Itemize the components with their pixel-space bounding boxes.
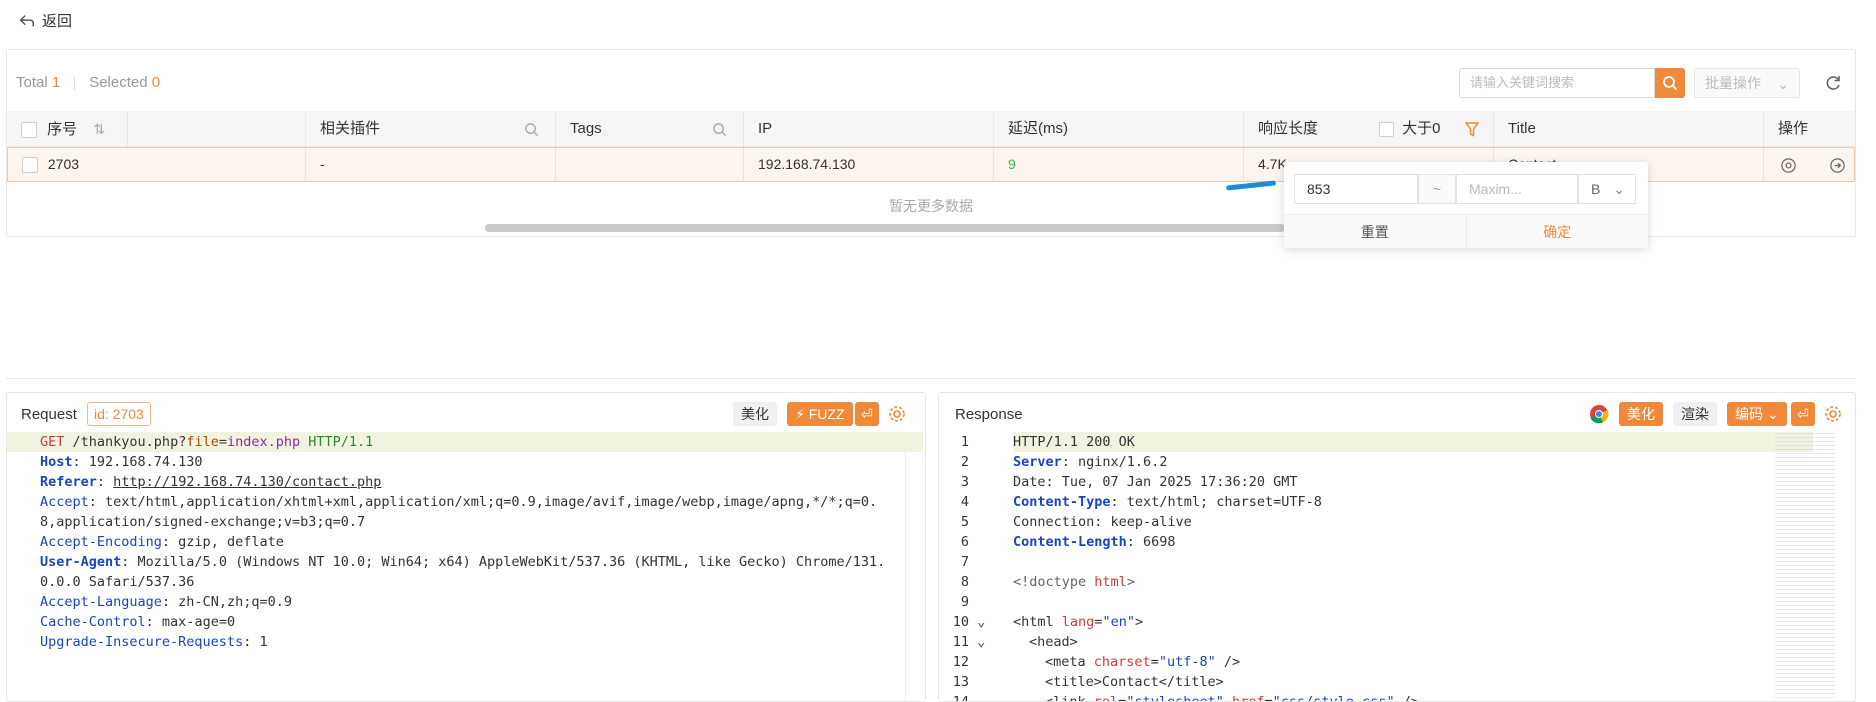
response-title: Response xyxy=(955,406,1023,423)
beautify-button[interactable]: 美化 xyxy=(733,402,777,426)
request-line: GET /thankyou.php?file=index.php HTTP/1.… xyxy=(40,434,374,450)
refresh-icon[interactable] xyxy=(1823,73,1843,93)
header-line: 0.0.0 Safari/537.36 xyxy=(40,574,195,590)
header-line: Cache-Control: max-age=0 xyxy=(40,614,236,630)
header-line: 8,application/signed-exchange;v=b3;q=0.7 xyxy=(40,514,366,530)
cell-plugin: - xyxy=(305,148,555,181)
header-line: Content-Length: 6698 xyxy=(1013,534,1176,550)
request-id-badge: id: 2703 xyxy=(87,402,151,426)
header-line: Host: 192.168.74.130 xyxy=(40,454,203,470)
col-seq[interactable]: 序号 ⇅ xyxy=(7,111,301,147)
selected-label: Selected 0 xyxy=(89,74,161,91)
chevron-down-icon: ⌄ xyxy=(1766,406,1779,422)
status-line: HTTP/1.1 200 OK xyxy=(1013,434,1135,450)
section-divider xyxy=(6,378,1856,379)
header-line: Accept: text/html,application/xhtml+xml,… xyxy=(40,494,878,510)
search-input[interactable]: 请输入关键词搜索 xyxy=(1459,68,1655,98)
request-title: Request xyxy=(21,406,77,423)
filter-icon[interactable] xyxy=(1465,122,1479,137)
search-icon[interactable] xyxy=(712,122,727,137)
back-label: 返回 xyxy=(42,13,73,30)
wrap-button[interactable]: ⏎ xyxy=(855,402,879,426)
settings-icon[interactable] xyxy=(1823,404,1843,424)
header-line: Connection: keep-alive xyxy=(1013,514,1192,530)
body-line: <head> xyxy=(1029,634,1078,650)
sort-icon[interactable]: ⇅ xyxy=(93,121,105,137)
total-label: Total 1 xyxy=(16,74,61,91)
header-line: Accept-Language: zh-CN,zh;q=0.9 xyxy=(40,594,292,610)
fold-icon[interactable]: ⌄ xyxy=(977,634,985,650)
gt-zero-toggle[interactable]: 大于0 xyxy=(1379,111,1441,147)
header-line: Upgrade-Insecure-Requests: 1 xyxy=(40,634,268,650)
settings-icon[interactable] xyxy=(887,404,907,424)
wrap-button[interactable]: ⏎ xyxy=(1791,402,1815,426)
chevron-down-icon: ⌄ xyxy=(1777,76,1789,92)
reset-button[interactable]: 重置 xyxy=(1284,215,1467,248)
body-line: <!doctype html> xyxy=(1013,574,1135,590)
request-editor[interactable]: GET /thankyou.php?file=index.php HTTP/1.… xyxy=(40,432,920,652)
range-separator: ~ xyxy=(1418,174,1456,204)
cell-delay: 9 xyxy=(993,148,1243,181)
chrome-icon[interactable] xyxy=(1589,404,1609,424)
col-ip: IP xyxy=(743,111,993,147)
body-line: <html lang="en"> xyxy=(1013,614,1144,630)
render-button[interactable]: 渲染 xyxy=(1673,402,1717,426)
gt-zero-checkbox[interactable] xyxy=(1379,121,1394,137)
header-line: User-Agent: Mozilla/5.0 (Windows NT 10.0… xyxy=(40,554,886,570)
beautify-button[interactable]: 美化 xyxy=(1619,402,1663,426)
code-minimap[interactable] xyxy=(1775,433,1835,701)
body-line: <link rel="stylesheet" href="css/style.c… xyxy=(1045,694,1419,702)
back-button[interactable]: 返回 xyxy=(18,10,72,31)
search-icon xyxy=(1663,76,1678,91)
header-line: Content-Type: text/html; charset=UTF-8 xyxy=(1013,494,1322,510)
row-checkbox[interactable] xyxy=(22,157,38,174)
max-length-input[interactable]: Maxim... xyxy=(1456,174,1578,204)
batch-operations-dropdown[interactable]: 批量操作 ⌄ xyxy=(1694,68,1800,98)
chevron-down-icon: ⌄ xyxy=(1613,181,1625,197)
lightning-icon: ⚡ xyxy=(795,406,805,422)
col-resp-len: 响应长度 大于0 xyxy=(1243,111,1493,147)
search-icon[interactable] xyxy=(524,122,539,137)
fuzz-button[interactable]: ⚡ FUZZ xyxy=(787,402,853,426)
body-line: <meta charset="utf-8" /> xyxy=(1045,654,1241,670)
col-plugin: 相关插件 xyxy=(305,111,555,147)
cell-seq: 2703 xyxy=(8,148,128,181)
col-tags: Tags xyxy=(555,111,743,147)
browser-icon[interactable] xyxy=(1780,157,1797,174)
col-title: Title xyxy=(1493,111,1763,147)
col-ops: 操作 xyxy=(1763,111,1855,147)
arrow-right-circle-icon[interactable] xyxy=(1829,157,1846,174)
confirm-button[interactable]: 确定 xyxy=(1467,215,1649,248)
select-all-checkbox[interactable] xyxy=(21,122,37,139)
header-line: Date: Tue, 07 Jan 2025 17:36:20 GMT xyxy=(1013,474,1298,490)
length-filter-popup: 853 ~ Maxim... B ⌄ 重置 确定 xyxy=(1284,162,1648,248)
fold-icon[interactable]: ⌄ xyxy=(977,614,985,630)
body-line: <title>Contact</title> xyxy=(1045,674,1224,690)
encode-dropdown[interactable]: 编码 ⌄ xyxy=(1727,402,1787,426)
horizontal-scrollbar[interactable] xyxy=(485,224,1285,232)
response-panel: Response 美化 渲染 编码 ⌄ ⏎ 1 2 3 4 5 6 7 8 9 … xyxy=(938,392,1856,702)
header-line: Referer: http://192.168.74.130/contact.p… xyxy=(40,474,382,490)
cell-ops xyxy=(1763,148,1855,181)
cell-tags xyxy=(555,148,743,181)
table-header: 序号 ⇅ 相关插件 Tags IP 延迟(ms) 响应长度 大于0 Title … xyxy=(7,111,1855,147)
back-arrow-icon xyxy=(19,14,35,26)
wrap-icon: ⏎ xyxy=(861,406,873,422)
cell-ip: 192.168.74.130 xyxy=(743,148,993,181)
vertical-scrollbar[interactable] xyxy=(905,433,919,701)
response-editor[interactable]: HTTP/1.1 200 OK Server: nginx/1.6.2 Date… xyxy=(1013,432,1803,702)
request-panel: Request id: 2703 美化 ⚡ FUZZ ⏎ GET /thanky… xyxy=(6,392,926,702)
search-button[interactable] xyxy=(1655,68,1685,98)
min-length-input[interactable]: 853 xyxy=(1294,174,1418,204)
header-line: Server: nginx/1.6.2 xyxy=(1013,454,1168,470)
unit-select[interactable]: B ⌄ xyxy=(1578,174,1636,204)
header-line: Accept-Encoding: gzip, deflate xyxy=(40,534,284,550)
col-delay: 延迟(ms) xyxy=(993,111,1243,147)
wrap-icon: ⏎ xyxy=(1797,406,1809,422)
line-numbers: 1 2 3 4 5 6 7 8 9 10 ⌄ 11 ⌄ 12 13 14 xyxy=(952,434,986,702)
stats-bar: Total 1 Selected 0 xyxy=(16,74,160,91)
